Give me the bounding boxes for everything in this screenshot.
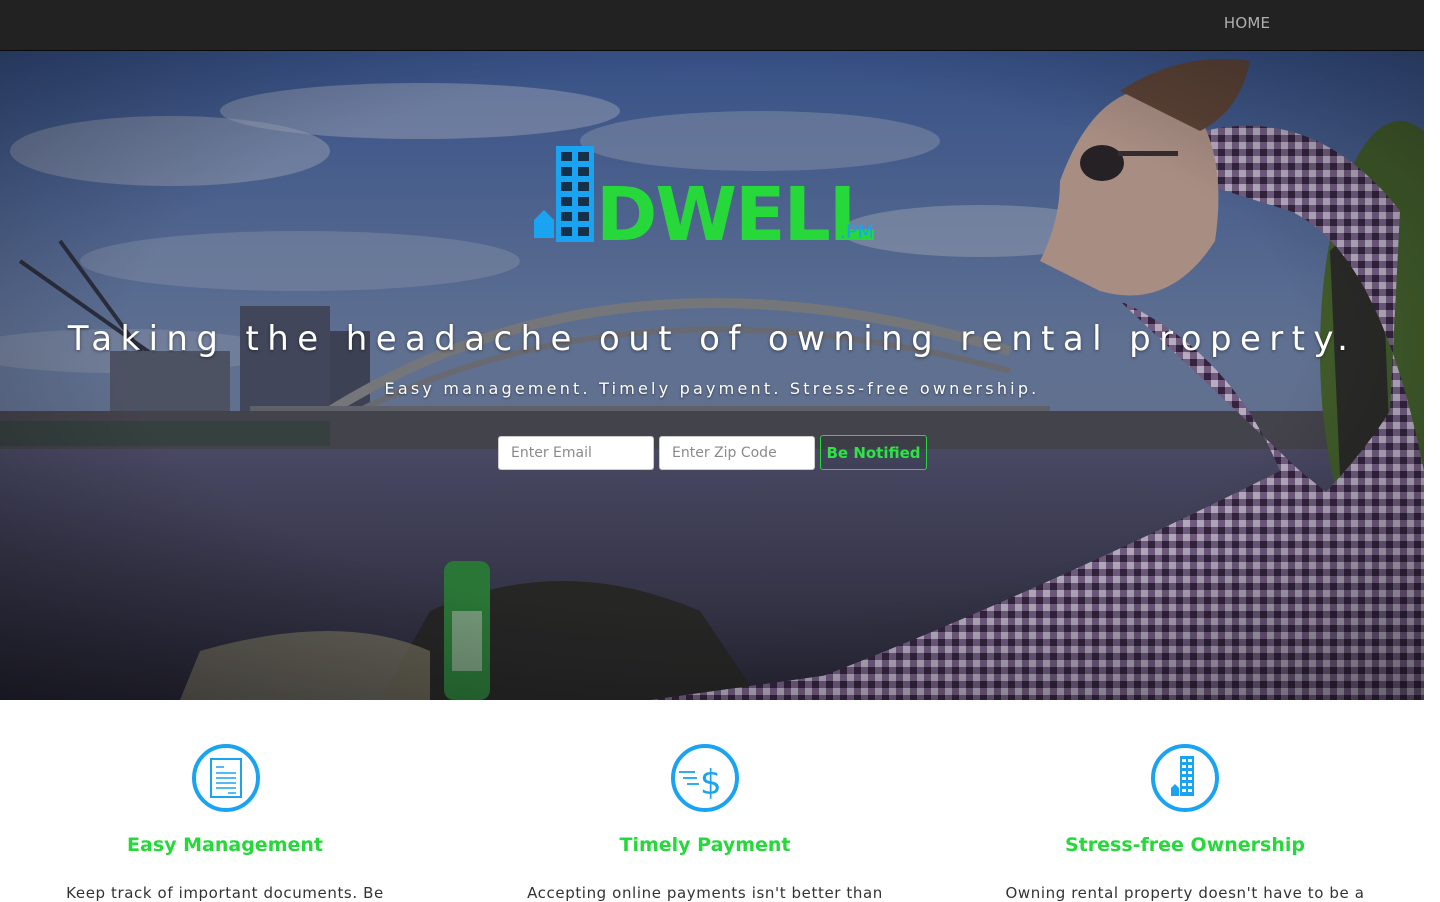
svg-text:.PM: .PM xyxy=(840,221,874,242)
document-icon xyxy=(192,744,260,812)
email-input[interactable] xyxy=(498,436,654,470)
zip-code-input[interactable] xyxy=(659,436,815,470)
feature-description: Owning rental property doesn't have to b… xyxy=(1005,884,1365,902)
top-navbar: HOME xyxy=(0,0,1424,51)
feature-title: Timely Payment xyxy=(619,834,791,856)
feature-title: Easy Management xyxy=(127,834,323,856)
hero-section: DWELL .PM Taking the headache out of own… xyxy=(0,51,1424,700)
building-icon xyxy=(1151,744,1219,812)
svg-text:DWELL: DWELL xyxy=(596,172,875,242)
feature-title: Stress-free Ownership xyxy=(1065,834,1305,856)
be-notified-button[interactable]: Be Notified xyxy=(820,435,927,470)
svg-text:$: $ xyxy=(700,763,722,803)
nav-home-link[interactable]: HOME xyxy=(1212,14,1282,36)
hero-subheadline: Easy management. Timely payment. Stress-… xyxy=(384,379,1040,398)
dwell-logo-mark: DWELL .PM xyxy=(534,146,877,258)
dwell-logo: DWELL .PM xyxy=(530,146,892,258)
dollar-icon: $ xyxy=(671,744,739,812)
features-section: Easy Management Keep track of important … xyxy=(0,700,1424,902)
feature-description: Keep track of important documents. Be xyxy=(66,884,384,902)
feature-description: Accepting online payments isn't better t… xyxy=(527,884,883,902)
hero-headline: Taking the headache out of owning rental… xyxy=(67,319,1357,359)
